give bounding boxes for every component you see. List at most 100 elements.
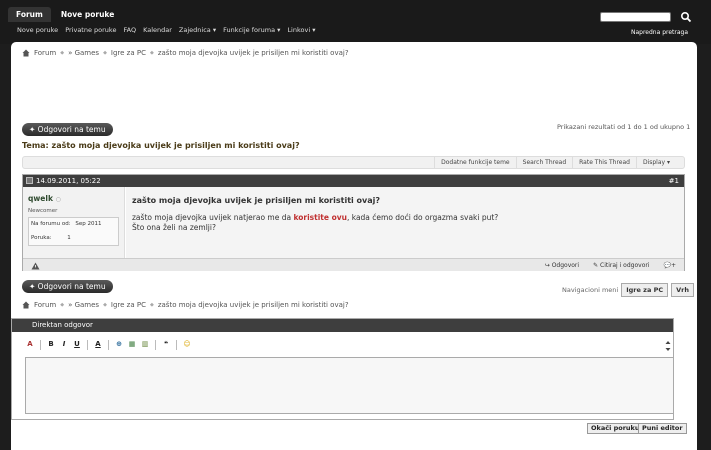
post-line-1: zašto moja djevojka uvijek natjerao me d…: [132, 213, 498, 223]
post-title: zašto moja djevojka uvijek je prisiljen …: [132, 196, 381, 205]
toolbar-divider: [108, 339, 109, 350]
post-reply-button[interactable]: Okači poruku: [587, 423, 644, 434]
video-icon[interactable]: ▥: [140, 339, 150, 350]
user-title: Newcomer: [28, 208, 58, 214]
post-footer: ↪ Odgovori ✎ Citiraj i odgovori 💬+: [23, 258, 684, 271]
subnav-forum-functions[interactable]: Funkcije foruma ▾: [223, 26, 280, 34]
full-editor-button[interactable]: Puni editor: [638, 423, 687, 434]
subnav-private-messages[interactable]: Privatne poruke: [65, 26, 116, 34]
subnav-faq[interactable]: FAQ: [123, 26, 136, 34]
username-text[interactable]: qwelk: [28, 194, 53, 203]
breadcrumb-current: zašto moja djevojka uvijek je prisiljen …: [157, 49, 349, 57]
breadcrumb: Forum ◆ » Games ◆ Igre za PC ◆ zašto moj…: [22, 49, 349, 57]
post-body: zašto moja djevojka uvijek je prisiljen …: [126, 187, 684, 258]
post-line-2: Što ona želi na zemlji?: [132, 223, 216, 232]
reply-to-thread-button[interactable]: ✦ Odgovori na temu: [22, 123, 113, 136]
quick-reply-textarea[interactable]: [25, 357, 674, 414]
breadcrumb-games[interactable]: » Games: [68, 301, 99, 309]
search-thread-menu[interactable]: Search Thread: [515, 157, 573, 168]
resize-editor-icon[interactable]: [665, 341, 671, 351]
italic-icon[interactable]: I: [59, 339, 69, 350]
reply-to-thread-button-bottom[interactable]: ✦ Odgovori na temu: [22, 280, 113, 293]
breadcrumb-forum[interactable]: Forum: [34, 49, 56, 57]
breadcrumb-current: zašto moja djevojka uvijek je prisiljen …: [157, 301, 349, 309]
post-date: 14.09.2011, 05:22: [36, 177, 101, 185]
username-link[interactable]: qwelk ○: [28, 194, 61, 203]
subnav-new-posts[interactable]: Nove poruke: [17, 26, 58, 34]
breadcrumb-separator-icon: ◆: [60, 302, 65, 308]
breadcrumb-separator-icon: ◆: [149, 50, 154, 56]
thread-tools-menu[interactable]: Dodatne funkcije teme: [434, 157, 516, 168]
post-count-value: 1: [67, 235, 71, 241]
nav-menu-current-forum[interactable]: Igre za PC: [621, 283, 669, 297]
post-message: zašto moja djevojka uvijek natjerao me d…: [132, 213, 498, 233]
user-stats: Na forumu od: Sep 2011 Poruka: 1: [28, 217, 119, 246]
join-date-value: Sep 2011: [75, 221, 102, 227]
thread-title: Tema: zašto moja djevojka uvijek je pris…: [22, 141, 300, 150]
post-inline-link[interactable]: koristite ovu: [293, 213, 347, 222]
tab-forum[interactable]: Forum: [8, 7, 51, 22]
reply-label: Odgovori: [551, 262, 580, 269]
quick-reply-panel: Direktan odgovor A B I U A ⊕ ▦ ▥ ❝ ☺: [11, 318, 674, 420]
offline-status-icon: ○: [55, 196, 61, 203]
breadcrumb-separator-icon: ◆: [149, 302, 154, 308]
subnav-community[interactable]: Zajednica ▾: [179, 26, 216, 34]
tab-new-posts[interactable]: Nove poruke: [53, 7, 122, 22]
multi-quote-icon[interactable]: 💬+: [664, 259, 677, 272]
back-to-top-button[interactable]: Vrh: [671, 283, 695, 297]
rate-thread-menu[interactable]: Rate This Thread: [572, 157, 636, 168]
breadcrumb-pc-games[interactable]: Igre za PC: [111, 301, 146, 309]
nav-menu-label: Navigacioni meni: [562, 286, 619, 294]
quote-icon: ✎: [593, 262, 601, 269]
quote-reply-label: Citiraj i odgovori: [600, 262, 650, 269]
text-color-icon[interactable]: A: [93, 339, 103, 350]
post-count-label: Poruka:: [31, 235, 52, 241]
display-menu[interactable]: Display ▾: [635, 157, 676, 168]
post-number-link[interactable]: #1: [669, 175, 679, 187]
search-input[interactable]: [600, 12, 671, 22]
navigation-menu: Navigacioni meni Igre za PC Vrh: [562, 283, 695, 297]
toolbar-divider: [155, 339, 156, 350]
breadcrumb-pc-games[interactable]: Igre za PC: [111, 49, 146, 57]
post-header: 14.09.2011, 05:22 #1: [23, 175, 684, 187]
reply-button[interactable]: ↪ Odgovori: [545, 259, 579, 272]
home-icon[interactable]: [22, 49, 30, 57]
editor-toolbar: A B I U A ⊕ ▦ ▥ ❝ ☺: [25, 339, 192, 350]
advanced-search-link[interactable]: Napredna pretraga: [631, 29, 688, 36]
breadcrumb-games[interactable]: » Games: [68, 49, 99, 57]
sub-navigation: Nove poruke Privatne poruke FAQ Kalendar…: [17, 26, 315, 34]
results-count: Prikazani rezultati od 1 do 1 od ukupno …: [557, 123, 691, 131]
image-icon[interactable]: ▦: [127, 339, 137, 350]
breadcrumb-separator-icon: ◆: [103, 302, 107, 308]
breadcrumb-bottom: Forum ◆ » Games ◆ Igre za PC ◆ zašto moj…: [22, 301, 349, 309]
toolbar-divider: [87, 339, 88, 350]
breadcrumb-separator-icon: ◆: [103, 50, 107, 56]
link-icon[interactable]: ⊕: [114, 339, 124, 350]
bold-icon[interactable]: B: [46, 339, 56, 350]
thread-tools-bar: Dodatne funkcije teme Search Thread Rate…: [22, 156, 685, 169]
home-icon[interactable]: [22, 301, 30, 309]
search-icon[interactable]: [680, 11, 692, 23]
underline-icon[interactable]: U: [72, 339, 82, 350]
report-warning-icon[interactable]: [31, 262, 40, 270]
breadcrumb-forum[interactable]: Forum: [34, 301, 56, 309]
quick-reply-header: Direktan odgovor: [12, 319, 673, 332]
join-date-label: Na forumu od:: [31, 221, 71, 227]
smiley-icon[interactable]: ☺: [182, 339, 192, 350]
post-checkbox[interactable]: [26, 177, 33, 184]
post-text-segment: , kada ćemo doći do orgazma svaki put?: [346, 213, 499, 222]
subnav-calendar[interactable]: Kalendar: [143, 26, 172, 34]
subnav-links[interactable]: Linkovi ▾: [287, 26, 315, 34]
breadcrumb-separator-icon: ◆: [60, 50, 65, 56]
toolbar-divider: [40, 339, 41, 350]
toolbar-divider: [176, 339, 177, 350]
main-tabs: Forum Nove poruke: [8, 7, 122, 22]
top-navbar: Forum Nove poruke Nove poruke Privatne p…: [0, 0, 711, 44]
quote-icon[interactable]: ❝: [161, 339, 171, 350]
reply-icon: ↪: [544, 262, 552, 269]
quote-reply-button[interactable]: ✎ Citiraj i odgovori: [593, 259, 649, 272]
font-icon[interactable]: A: [25, 339, 35, 350]
post: 14.09.2011, 05:22 #1 qwelk ○ Newcomer Na…: [22, 174, 685, 271]
quick-reply-title: Direktan odgovor: [32, 321, 93, 329]
user-info-panel: qwelk ○ Newcomer Na forumu od: Sep 2011 …: [23, 187, 125, 258]
